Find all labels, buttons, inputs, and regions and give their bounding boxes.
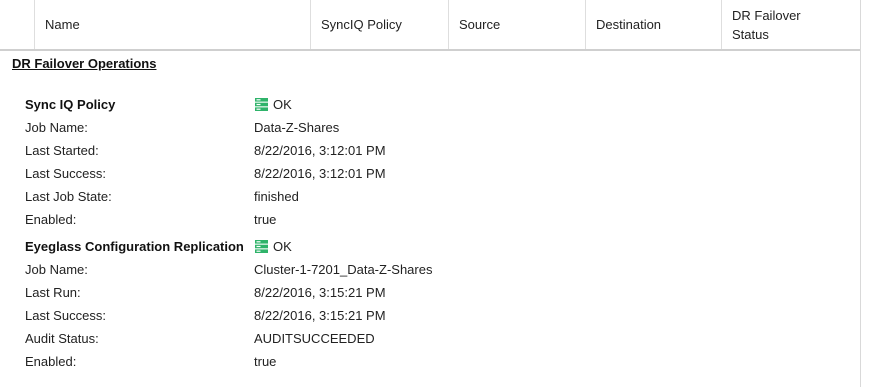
field-label: Audit Status: [25,331,99,346]
field-label: Enabled: [25,354,77,369]
field-value: true [254,354,277,369]
field-value: 8/22/2016, 3:15:21 PM [254,285,386,300]
column-header-name[interactable]: Name [34,0,310,49]
status-text: OK [273,239,292,254]
field-label: Job Name: [25,120,88,135]
field-row-job-name: Job Name: Cluster-1-7201_Data-Z-Shares [25,258,845,281]
field-label: Last Success: [25,166,106,181]
field-value: 8/22/2016, 3:12:01 PM [254,143,386,158]
select-column-header[interactable] [0,0,34,49]
column-header-dr-failover-status[interactable]: DR Failover Status [721,0,860,49]
field-label: Job Name: [25,262,88,277]
field-value: finished [254,189,299,204]
field-label: Last Started: [25,143,99,158]
dr-failover-panel: Name SyncIQ Policy Source Destination DR… [0,0,861,387]
field-row-audit-status: Audit Status: AUDITSUCCEEDED [25,327,845,350]
column-header-synciq-policy[interactable]: SyncIQ Policy [310,0,448,49]
sync-iq-policy-block: Sync IQ Policy OK Job Name: Data-Z-Share… [25,93,845,231]
field-row-last-job-state: Last Job State: finished [25,185,845,208]
field-value: 8/22/2016, 3:12:01 PM [254,166,386,181]
block-heading: Eyeglass Configuration Replication [25,239,244,254]
field-row-last-run: Last Run: 8/22/2016, 3:15:21 PM [25,281,845,304]
field-value: AUDITSUCCEEDED [254,331,375,346]
field-row-last-success: Last Success: 8/22/2016, 3:15:21 PM [25,304,845,327]
status-indicator: OK [254,235,292,258]
server-ok-icon [254,239,269,254]
column-header-label: DR Failover Status [732,7,801,42]
eyeglass-replication-block: Eyeglass Configuration Replication OK Jo… [25,235,845,373]
column-header-source[interactable]: Source [448,0,585,49]
field-value: Data-Z-Shares [254,120,340,135]
column-header-label: SyncIQ Policy [321,17,402,32]
server-ok-icon [254,97,269,112]
section-title: DR Failover Operations [12,56,157,71]
block-heading-row: Sync IQ Policy OK [25,93,845,116]
field-row-last-started: Last Started: 8/22/2016, 3:12:01 PM [25,139,845,162]
field-row-enabled: Enabled: true [25,350,845,373]
column-header-destination[interactable]: Destination [585,0,721,49]
field-row-last-success: Last Success: 8/22/2016, 3:12:01 PM [25,162,845,185]
block-heading-row: Eyeglass Configuration Replication OK [25,235,845,258]
field-row-enabled: Enabled: true [25,208,845,231]
field-value: Cluster-1-7201_Data-Z-Shares [254,262,433,277]
status-indicator: OK [254,93,292,116]
field-value: 8/22/2016, 3:15:21 PM [254,308,386,323]
column-header-label: Destination [596,17,662,32]
field-label: Last Job State: [25,189,112,204]
field-label: Last Success: [25,308,106,323]
block-heading: Sync IQ Policy [25,97,116,112]
column-header-label: Source [459,17,501,32]
status-text: OK [273,97,292,112]
field-value: true [254,212,277,227]
column-header-label: Name [45,17,80,32]
field-label: Last Run: [25,285,81,300]
field-label: Enabled: [25,212,77,227]
table-header: Name SyncIQ Policy Source Destination DR… [0,0,860,51]
field-row-job-name: Job Name: Data-Z-Shares [25,116,845,139]
